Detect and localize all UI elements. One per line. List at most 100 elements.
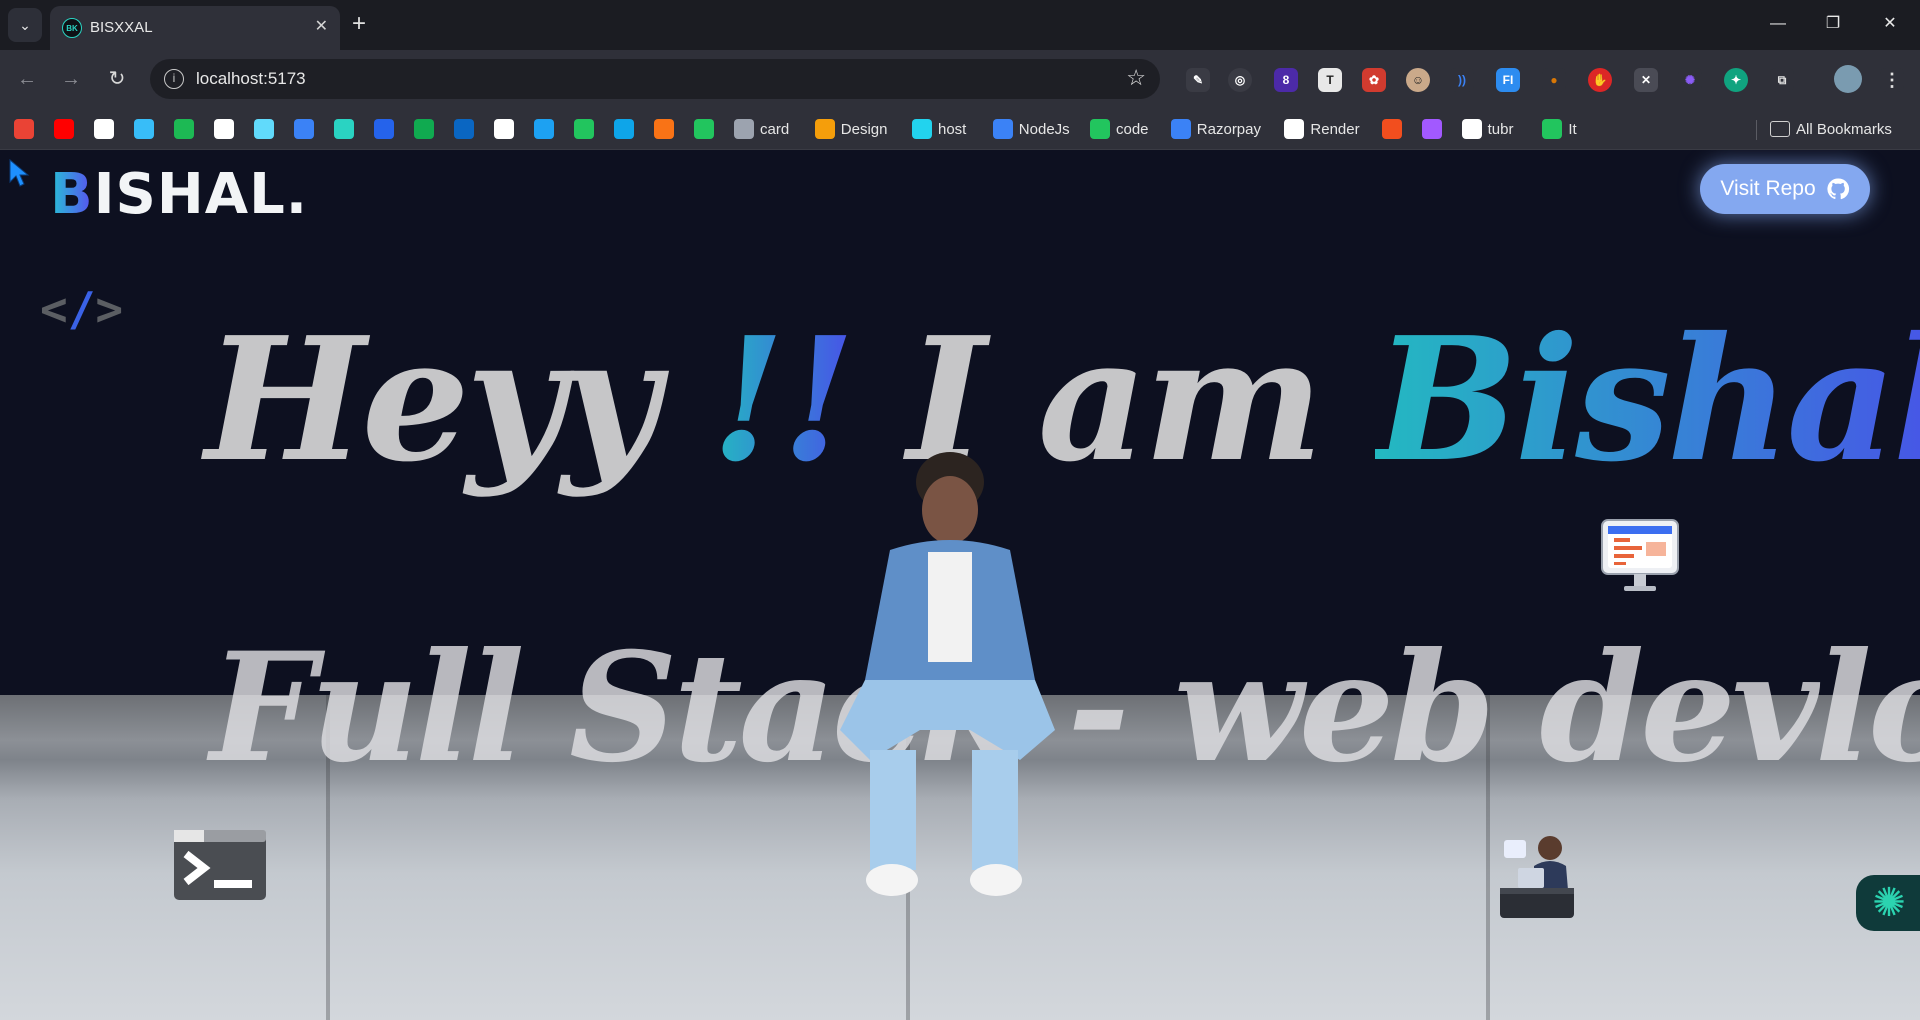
bookmark-tubr[interactable]: tubr xyxy=(1461,118,1514,140)
bookmark-label: card xyxy=(760,120,790,138)
bookmark-figma[interactable] xyxy=(1381,118,1402,140)
bookmark-design[interactable]: Design xyxy=(814,118,888,140)
tab-strip: ⌄ BK BISXXAL ✕ + — ❐ ✕ xyxy=(0,0,1920,50)
bird-icon xyxy=(534,119,554,139)
render-icon xyxy=(374,119,394,139)
bookmark-label: It xyxy=(1568,120,1577,138)
bookmark-tailwind[interactable] xyxy=(134,118,154,140)
developer-desk-icon xyxy=(1500,836,1574,918)
logo-initial: B xyxy=(50,162,94,227)
forward-button[interactable]: → xyxy=(56,64,86,94)
bookmark-nodejs[interactable]: NodeJs xyxy=(992,118,1070,140)
bk-icon xyxy=(334,119,354,139)
folder-icon xyxy=(1770,121,1790,137)
bookmark-label: NodeJs xyxy=(1018,120,1070,138)
logo[interactable]: BISHAL. xyxy=(50,162,308,227)
bookmark-fi[interactable] xyxy=(574,118,594,140)
ai-assistant-icon: ✺ xyxy=(1872,881,1906,925)
github-icon xyxy=(1461,119,1482,139)
code-tag-icon: </> xyxy=(40,282,124,336)
bookmark-gmail[interactable] xyxy=(14,118,34,140)
bookmark-figma[interactable] xyxy=(1421,118,1442,140)
new-tab-button[interactable]: + xyxy=(352,10,366,38)
asterisk-icon xyxy=(1542,119,1563,139)
bookmark-bk[interactable] xyxy=(334,118,354,140)
address-bar[interactable]: i localhost:5173 ☆ xyxy=(150,59,1160,99)
bookmark-github[interactable] xyxy=(214,118,234,140)
cursor-icon xyxy=(9,158,30,187)
spotify-icon xyxy=(174,119,194,139)
code-icon xyxy=(1090,119,1110,139)
bookmark-is[interactable] xyxy=(614,118,634,140)
all-bookmarks-label: All Bookmarks xyxy=(1796,120,1892,138)
tab-bisxxal[interactable]: BK BISXXAL ✕ xyxy=(50,6,340,50)
bookmark-spotify[interactable] xyxy=(174,118,194,140)
tab-search-button[interactable]: ⌄ xyxy=(8,8,42,42)
pixel-extension-icon[interactable]: ✕ xyxy=(1634,68,1658,92)
bookmark-bank[interactable] xyxy=(494,118,514,140)
bookmark-render[interactable] xyxy=(374,118,394,140)
bookmark-it[interactable]: It xyxy=(1542,118,1577,140)
bk-favicon-icon: BK xyxy=(62,18,82,38)
is-icon xyxy=(614,119,634,139)
gear-icon xyxy=(734,119,754,139)
bookmark-star-icon[interactable]: ☆ xyxy=(1126,65,1146,91)
logo-text: ISHAL. xyxy=(93,162,309,227)
github-icon xyxy=(214,119,234,139)
eyedropper-extension-icon[interactable]: ✎ xyxy=(1186,68,1210,92)
host-icon xyxy=(912,119,932,139)
bookmark-bolt[interactable] xyxy=(694,118,714,140)
ladybug-extension-icon[interactable]: ✿ xyxy=(1362,68,1386,92)
close-icon[interactable]: ✕ xyxy=(315,16,328,36)
terminal-icon xyxy=(174,830,266,900)
bookmark-react[interactable] xyxy=(254,118,274,140)
react-icon xyxy=(254,119,274,139)
fi-icon xyxy=(574,119,594,139)
bookmark-render[interactable]: Render xyxy=(1284,118,1360,140)
bookmark-mongodb[interactable] xyxy=(414,118,434,140)
bookmark-chatgpt[interactable] xyxy=(94,118,114,140)
all-bookmarks-button[interactable]: All Bookmarks xyxy=(1770,118,1892,140)
bookmark-search[interactable] xyxy=(294,118,314,140)
bookmark-firebase[interactable] xyxy=(654,118,674,140)
menu-kebab-icon[interactable]: ⋮ xyxy=(1880,68,1904,92)
visit-repo-button[interactable]: Visit Repo xyxy=(1700,164,1870,214)
text-extension-icon[interactable]: T xyxy=(1318,68,1342,92)
bookmark-youtube[interactable] xyxy=(54,118,74,140)
settings-extension-icon[interactable]: ✺ xyxy=(1678,68,1702,92)
extension-badge-icon[interactable]: 8 xyxy=(1274,68,1298,92)
face-extension-icon[interactable]: ☺ xyxy=(1406,68,1430,92)
hand-extension-icon[interactable]: ✋ xyxy=(1588,68,1612,92)
close-window-button[interactable]: ✕ xyxy=(1870,10,1910,38)
hero-heyy: Heyy xyxy=(205,300,659,500)
portrait-image xyxy=(840,452,1055,896)
fi-extension-icon[interactable]: FI xyxy=(1496,68,1520,92)
bookmark-card[interactable]: card xyxy=(734,118,789,140)
bookmark-linkedin[interactable] xyxy=(454,118,474,140)
cookie-extension-icon[interactable]: ● xyxy=(1542,68,1566,92)
bookmark-razorpay[interactable]: Razorpay xyxy=(1170,118,1261,140)
bookmark-bird[interactable] xyxy=(534,118,554,140)
minimize-button[interactable]: — xyxy=(1758,10,1798,38)
chatgpt-extension-icon[interactable]: ✦ xyxy=(1724,68,1748,92)
search-icon xyxy=(294,119,314,139)
back-button[interactable]: ← xyxy=(12,64,42,94)
bookmark-label: Razorpay xyxy=(1196,120,1261,138)
bookmarks-divider xyxy=(1756,120,1757,140)
figma-icon xyxy=(1421,119,1442,139)
bookmarks-bar: All Bookmarks card Design host NodeJs code Ra… xyxy=(0,108,1920,150)
site-info-icon[interactable]: i xyxy=(164,69,184,89)
profile-avatar[interactable] xyxy=(1834,65,1862,93)
reload-button[interactable]: ↻ xyxy=(102,64,132,94)
bookmark-label: tubr xyxy=(1487,120,1514,138)
target-extension-icon[interactable]: ◎ xyxy=(1228,68,1252,92)
extensions-puzzle-icon[interactable]: ⧉ xyxy=(1770,68,1794,92)
bookmark-code[interactable]: code xyxy=(1090,118,1149,140)
bookmark-host[interactable]: host xyxy=(912,118,966,140)
assistant-chat-button[interactable]: ✺ xyxy=(1856,875,1920,931)
restore-button[interactable]: ❐ xyxy=(1813,10,1853,38)
youtube-icon xyxy=(54,119,74,139)
wave-extension-icon[interactable]: )) xyxy=(1450,68,1474,92)
chatgpt-icon xyxy=(94,119,114,139)
url-text[interactable]: localhost:5173 xyxy=(196,69,306,89)
